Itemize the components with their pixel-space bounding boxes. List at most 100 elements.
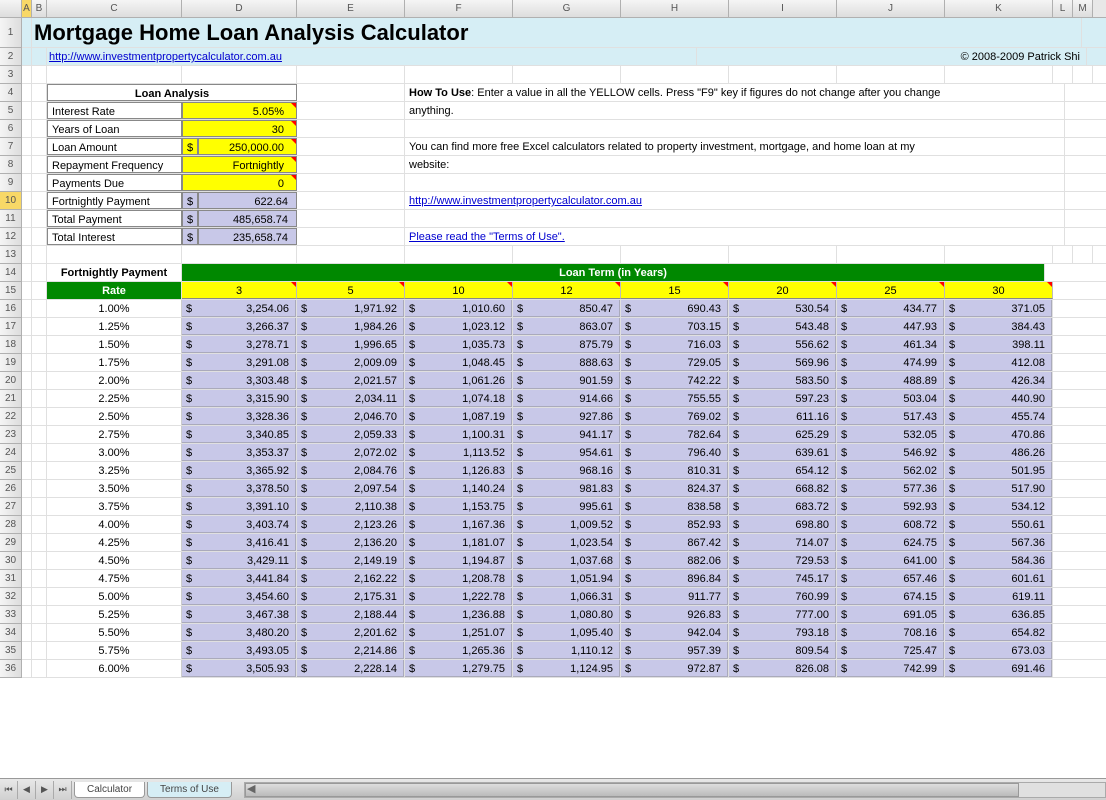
- row-15[interactable]: 15: [0, 282, 22, 300]
- tab-terms[interactable]: Terms of Use: [147, 782, 232, 798]
- col-l[interactable]: L: [1053, 0, 1073, 17]
- payment-cell: 863.07: [527, 318, 620, 335]
- row-11[interactable]: 11: [0, 210, 22, 228]
- row-26[interactable]: 26: [0, 480, 22, 498]
- row-8[interactable]: 8: [0, 156, 22, 174]
- analysis-value[interactable]: 0: [182, 174, 297, 191]
- payment-cell: 698.80: [743, 516, 836, 533]
- col-j[interactable]: J: [837, 0, 945, 17]
- row-4[interactable]: 4: [0, 84, 22, 102]
- tab-nav-prev[interactable]: ◀: [18, 781, 36, 799]
- analysis-value[interactable]: 250,000.00: [198, 138, 297, 155]
- payment-cell: 852.93: [635, 516, 728, 533]
- horizontal-scrollbar[interactable]: ◀: [244, 782, 1106, 798]
- row-24[interactable]: 24: [0, 444, 22, 462]
- row-20[interactable]: 20: [0, 372, 22, 390]
- tab-calculator[interactable]: Calculator: [74, 782, 145, 798]
- col-m[interactable]: M: [1073, 0, 1093, 17]
- row-18[interactable]: 18: [0, 336, 22, 354]
- row-25[interactable]: 25: [0, 462, 22, 480]
- row-17[interactable]: 17: [0, 318, 22, 336]
- row-3[interactable]: 3: [0, 66, 22, 84]
- row-23[interactable]: 23: [0, 426, 22, 444]
- analysis-value[interactable]: Fortnightly: [182, 156, 297, 173]
- howto-line: How To Use: Enter a value in all the YEL…: [405, 84, 1065, 101]
- header-link[interactable]: http://www.investmentpropertycalculator.…: [47, 48, 697, 65]
- row-7[interactable]: 7: [0, 138, 22, 156]
- analysis-value: 235,658.74: [198, 228, 297, 245]
- col-c[interactable]: C: [47, 0, 182, 17]
- year-header: 12: [513, 282, 621, 299]
- row-21[interactable]: 21: [0, 390, 22, 408]
- row-9[interactable]: 9: [0, 174, 22, 192]
- analysis-label: Payments Due: [47, 174, 182, 191]
- col-d[interactable]: D: [182, 0, 297, 17]
- year-header: 25: [837, 282, 945, 299]
- payment-cell: 584.36: [959, 552, 1052, 569]
- payment-cell: 810.31: [635, 462, 728, 479]
- col-a[interactable]: A: [22, 0, 32, 17]
- payment-cell: 608.72: [851, 516, 944, 533]
- spreadsheet-grid[interactable]: Mortgage Home Loan Analysis Calculatorht…: [22, 18, 1106, 778]
- col-e[interactable]: E: [297, 0, 405, 17]
- row-13[interactable]: 13: [0, 246, 22, 264]
- col-h[interactable]: H: [621, 0, 729, 17]
- payment-cell: 782.64: [635, 426, 728, 443]
- payment-cell: 1,051.94: [527, 570, 620, 587]
- row-10[interactable]: 10: [0, 192, 22, 210]
- rate-cell: 3.75%: [47, 498, 182, 515]
- row-2[interactable]: 2: [0, 48, 22, 66]
- payment-cell: 440.90: [959, 390, 1052, 407]
- row-34[interactable]: 34: [0, 624, 22, 642]
- row-30[interactable]: 30: [0, 552, 22, 570]
- payment-cell: 583.50: [743, 372, 836, 389]
- col-i[interactable]: I: [729, 0, 837, 17]
- row-14[interactable]: 14: [0, 264, 22, 282]
- rate-cell: 6.00%: [47, 660, 182, 677]
- payment-cell: 611.16: [743, 408, 836, 425]
- howto-link[interactable]: http://www.investmentpropertycalculator.…: [405, 192, 1065, 209]
- rate-cell: 2.75%: [47, 426, 182, 443]
- row-5[interactable]: 5: [0, 102, 22, 120]
- payment-cell: 3,480.20: [196, 624, 296, 641]
- row-16[interactable]: 16: [0, 300, 22, 318]
- col-b[interactable]: B: [32, 0, 47, 17]
- payment-cell: 1,251.07: [419, 624, 512, 641]
- payment-cell: 488.89: [851, 372, 944, 389]
- payment-cell: 3,303.48: [196, 372, 296, 389]
- row-28[interactable]: 28: [0, 516, 22, 534]
- payment-cell: 742.99: [851, 660, 944, 677]
- payment-cell: 530.54: [743, 300, 836, 317]
- tab-nav-next[interactable]: ▶: [36, 781, 54, 799]
- row-35[interactable]: 35: [0, 642, 22, 660]
- rate-cell: 4.75%: [47, 570, 182, 587]
- payment-cell: 556.62: [743, 336, 836, 353]
- row-32[interactable]: 32: [0, 588, 22, 606]
- payment-cell: 690.43: [635, 300, 728, 317]
- row-6[interactable]: 6: [0, 120, 22, 138]
- col-g[interactable]: G: [513, 0, 621, 17]
- payment-cell: 1,100.31: [419, 426, 512, 443]
- row-12[interactable]: 12: [0, 228, 22, 246]
- row-22[interactable]: 22: [0, 408, 22, 426]
- analysis-value[interactable]: 30: [182, 120, 297, 137]
- analysis-value[interactable]: 5.05%: [182, 102, 297, 119]
- row-36[interactable]: 36: [0, 660, 22, 678]
- row-31[interactable]: 31: [0, 570, 22, 588]
- payment-cell: 1,009.52: [527, 516, 620, 533]
- payment-cell: 703.15: [635, 318, 728, 335]
- row-19[interactable]: 19: [0, 354, 22, 372]
- tab-nav-first[interactable]: ⏮: [0, 781, 18, 799]
- payment-cell: 654.12: [743, 462, 836, 479]
- tab-nav-last[interactable]: ⏭: [54, 781, 72, 799]
- col-f[interactable]: F: [405, 0, 513, 17]
- col-k[interactable]: K: [945, 0, 1053, 17]
- row-33[interactable]: 33: [0, 606, 22, 624]
- payment-cell: 412.08: [959, 354, 1052, 371]
- terms-link[interactable]: Please read the "Terms of Use".: [405, 228, 1065, 245]
- row-27[interactable]: 27: [0, 498, 22, 516]
- row-1[interactable]: 1: [0, 18, 22, 48]
- payment-cell: 826.08: [743, 660, 836, 677]
- year-header: 5: [297, 282, 405, 299]
- row-29[interactable]: 29: [0, 534, 22, 552]
